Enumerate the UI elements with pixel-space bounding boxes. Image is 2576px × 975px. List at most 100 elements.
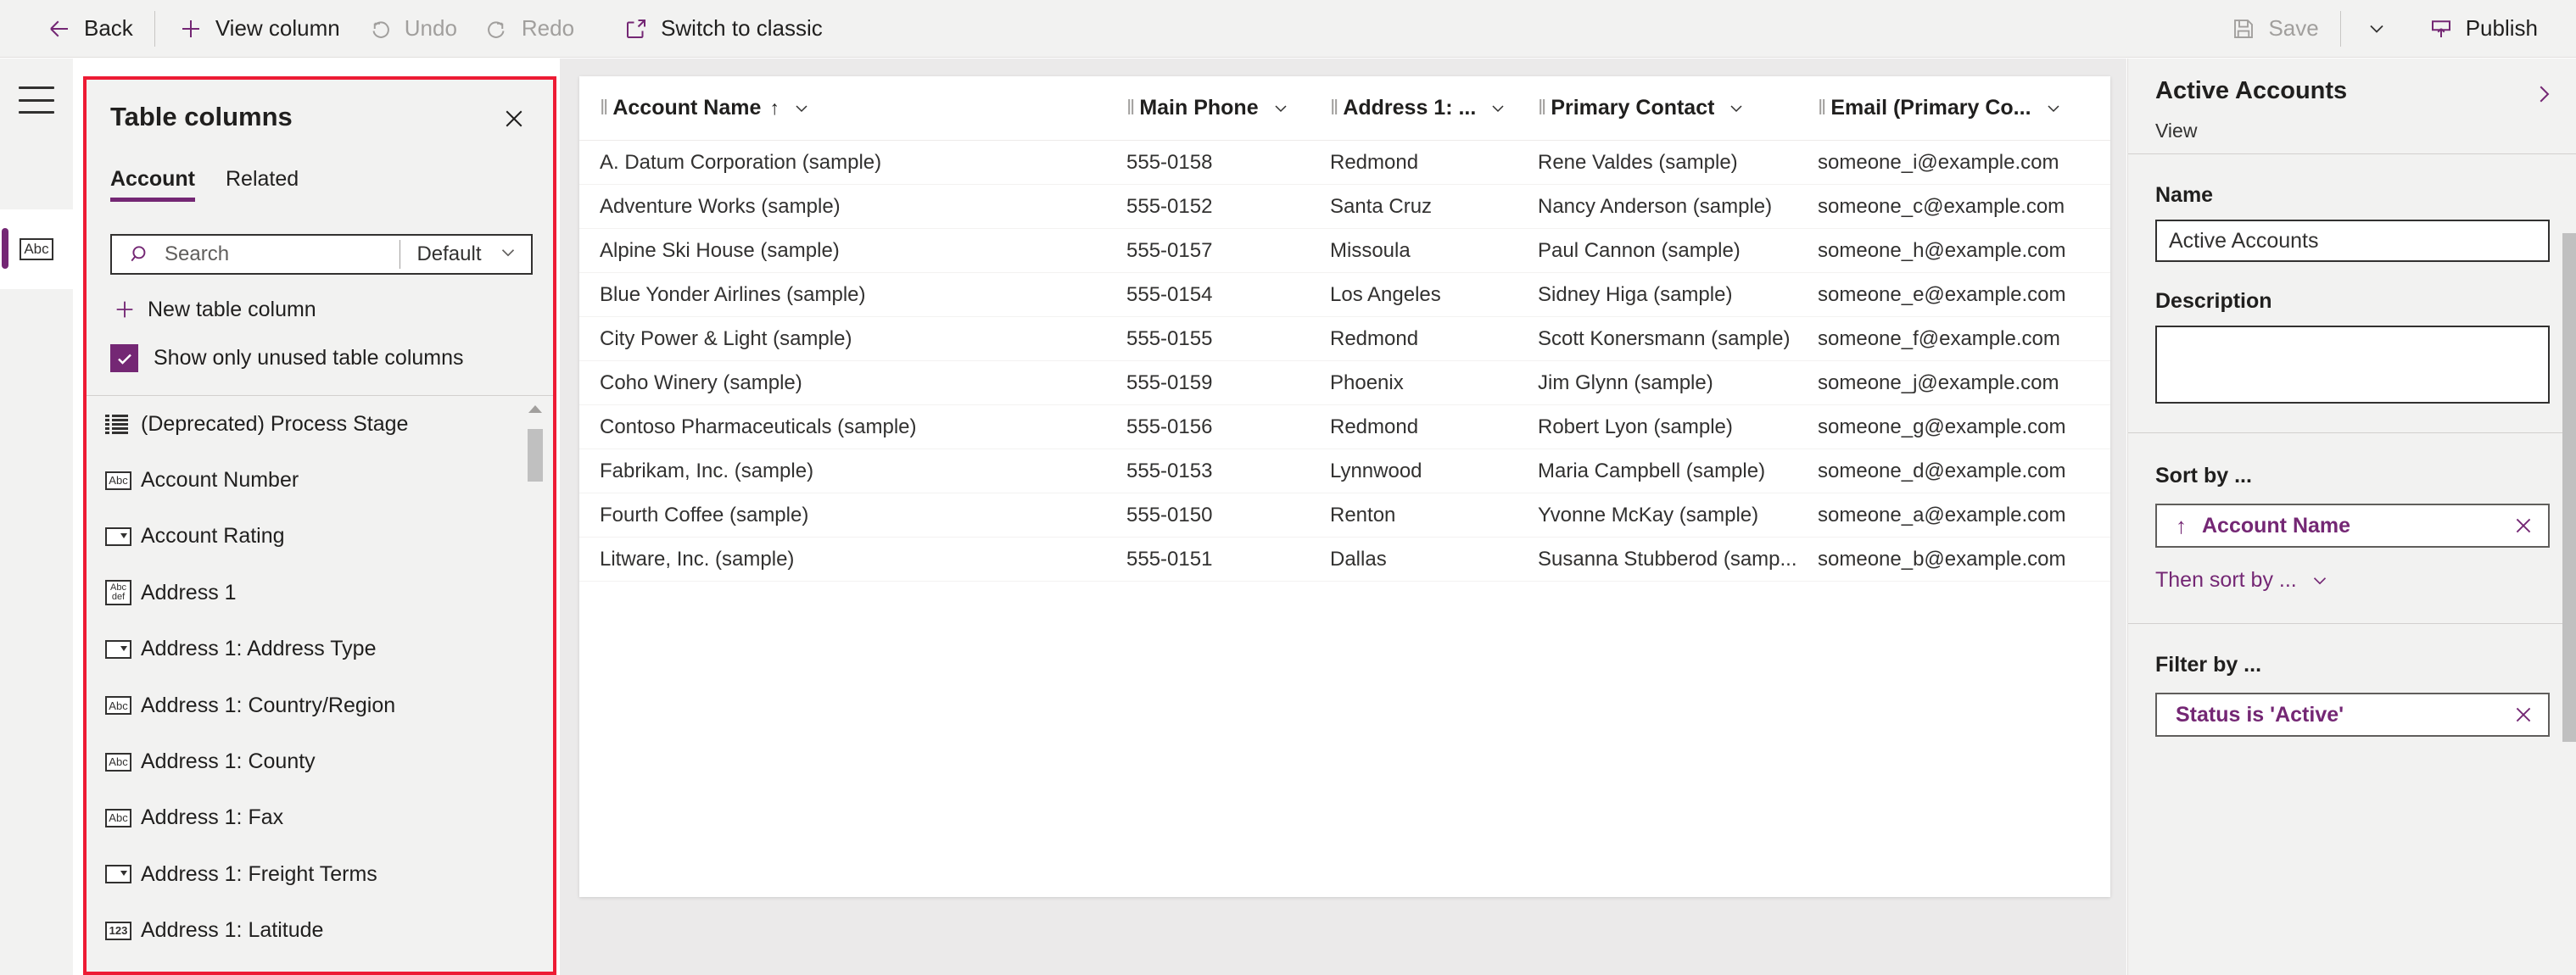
save-button[interactable]: Save: [2216, 8, 2331, 49]
tab-related[interactable]: Related: [226, 167, 299, 202]
table-column-label: Account Rating: [141, 524, 285, 549]
table-column-item[interactable]: Abc Address 1: Fax: [87, 790, 553, 846]
table-columns-list[interactable]: (Deprecated) Process Stage Abc Account Num…: [87, 396, 553, 972]
grid-column-header[interactable]: ‖ Main Phone: [1126, 76, 1330, 140]
table-cell: Rene Valdes (sample): [1538, 150, 1738, 174]
search-scope-select[interactable]: Default: [400, 236, 531, 273]
column-resize-grip[interactable]: ‖: [1330, 96, 1338, 120]
table-cell: 555-0159: [1126, 370, 1213, 394]
filter-entry-status-active[interactable]: Status is 'Active': [2155, 693, 2550, 737]
table-cell: Coho Winery (sample): [600, 370, 802, 394]
close-icon[interactable]: [497, 102, 531, 136]
table-cell: someone_a@example.com: [1818, 503, 2066, 526]
close-icon[interactable]: [2512, 515, 2534, 537]
publish-button[interactable]: Publish: [2414, 8, 2551, 49]
then-sort-by-button[interactable]: Then sort by ...: [2155, 568, 2549, 593]
table-cell: 555-0151: [1126, 547, 1213, 571]
abc-textbox-icon: Abc: [105, 808, 131, 827]
table-column-item[interactable]: Account Rating: [87, 509, 553, 565]
close-icon[interactable]: [2512, 704, 2534, 726]
table-column-item[interactable]: Abc Address 1: County: [87, 733, 553, 789]
grid-column-header[interactable]: ‖ Account Name ↑: [579, 76, 1126, 140]
column-type-icon: Abc def: [105, 580, 141, 606]
filter-by-label: Filter by ...: [2155, 653, 2262, 677]
view-column-button-label: View column: [215, 15, 340, 41]
command-bar-divider: [154, 10, 155, 47]
table-cell: Contoso Pharmaceuticals (sample): [600, 415, 917, 438]
column-resize-grip[interactable]: ‖: [600, 96, 608, 120]
properties-panel-scrollbar-thumb[interactable]: [2562, 233, 2576, 742]
sort-entry-account-name[interactable]: ↑ Account Name: [2155, 504, 2550, 548]
scrollbar-thumb[interactable]: [528, 429, 543, 482]
tab-account[interactable]: Account: [110, 167, 195, 202]
redo-button[interactable]: Redo: [470, 8, 587, 49]
grid-column-header[interactable]: ‖ Address 1: ...: [1330, 76, 1538, 140]
table-cell: someone_d@example.com: [1818, 459, 2066, 482]
save-options-button[interactable]: [2350, 8, 2414, 49]
table-cell: someone_g@example.com: [1818, 415, 2066, 438]
table-row[interactable]: Alpine Ski House (sample) 555-0157 Missoul…: [579, 229, 2110, 273]
table-row[interactable]: Litware, Inc. (sample) 555-0151 Dallas Susa…: [579, 538, 2110, 582]
search-input[interactable]: [163, 242, 400, 267]
table-cell: someone_b@example.com: [1818, 547, 2066, 571]
undo-button[interactable]: Undo: [353, 8, 470, 49]
column-resize-grip[interactable]: ‖: [1818, 96, 1826, 120]
table-column-item[interactable]: (Deprecated) Process Stage: [87, 396, 553, 452]
table-cell: Redmond: [1330, 150, 1419, 174]
hamburger-icon[interactable]: [19, 86, 54, 114]
table-row[interactable]: Fourth Coffee (sample) 555-0150 Renton Yvon…: [579, 493, 2110, 538]
table-row[interactable]: Contoso Pharmaceuticals (sample) 555-0156…: [579, 405, 2110, 449]
publish-icon: [2427, 14, 2456, 43]
chevron-down-icon[interactable]: [1488, 98, 1508, 119]
table-column-item[interactable]: Address 1: Freight Terms: [87, 846, 553, 902]
table-row[interactable]: City Power & Light (sample) 555-0155 Redmo…: [579, 317, 2110, 361]
search-box[interactable]: [112, 236, 400, 273]
table-row[interactable]: Fabrikam, Inc. (sample) 555-0153 Lynnwood M…: [579, 449, 2110, 493]
table-column-item[interactable]: Abc Account Number: [87, 452, 553, 508]
chevron-down-icon[interactable]: [1726, 98, 1746, 119]
view-designer-page: Back View column Undo Redo Switch to cla…: [0, 0, 2576, 975]
open-external-icon: [622, 14, 651, 43]
number-icon: 123: [105, 921, 131, 940]
grid-column-header[interactable]: ‖ Email (Primary Co...: [1818, 76, 2110, 140]
table-column-item[interactable]: Abc def Address 1: [87, 565, 553, 621]
table-cell: Santa Cruz: [1330, 194, 1433, 218]
show-only-unused-checkbox[interactable]: Show only unused table columns: [110, 344, 464, 372]
table-row[interactable]: Coho Winery (sample) 555-0159 Phoenix Jim G…: [579, 361, 2110, 405]
description-input[interactable]: [2155, 326, 2550, 404]
column-resize-grip[interactable]: ‖: [1126, 96, 1135, 120]
table-column-item[interactable]: Abc Address 1: Country/Region: [87, 677, 553, 733]
grid-column-header[interactable]: ‖ Primary Contact: [1538, 76, 1818, 140]
scroll-up-arrow-icon[interactable]: [528, 405, 542, 413]
arrow-up-icon: ↑: [2176, 512, 2187, 538]
table-columns-scrollbar[interactable]: [524, 402, 546, 631]
page-subtitle: View: [2155, 120, 2198, 142]
column-type-icon: [105, 639, 141, 659]
column-type-icon: Abc: [105, 696, 141, 716]
view-column-button[interactable]: View column: [164, 8, 353, 49]
table-column-item[interactable]: Address 1: Address Type: [87, 621, 553, 677]
table-row[interactable]: Adventure Works (sample) 555-0152 Santa Cr…: [579, 185, 2110, 229]
chevron-down-icon[interactable]: [1271, 98, 1291, 119]
table-cell: someone_e@example.com: [1818, 282, 2066, 306]
table-cell: Robert Lyon (sample): [1538, 415, 1733, 438]
rail-item-columns[interactable]: Abc: [0, 209, 73, 289]
chevron-down-icon[interactable]: [2043, 98, 2064, 119]
table-row[interactable]: Blue Yonder Airlines (sample) 555-0154 Los…: [579, 273, 2110, 317]
name-input[interactable]: Active Accounts: [2155, 220, 2550, 262]
table-column-item[interactable]: 123 Address 1: Latitude: [87, 903, 553, 959]
switch-to-classic-button[interactable]: Switch to classic: [609, 8, 835, 49]
column-resize-grip[interactable]: ‖: [1538, 96, 1546, 120]
chevron-right-icon[interactable]: [2527, 77, 2561, 111]
chevron-down-icon: [497, 242, 519, 268]
table-cell: 555-0157: [1126, 238, 1213, 262]
table-row[interactable]: A. Datum Corporation (sample) 555-0158 Red…: [579, 141, 2110, 185]
new-table-column-button[interactable]: New table column: [110, 292, 316, 327]
table-cell: Phoenix: [1330, 370, 1404, 394]
grid-column-header-label: Account Name: [612, 96, 762, 120]
back-button-label: Back: [84, 15, 133, 41]
back-button[interactable]: Back: [32, 8, 146, 49]
table-cell: someone_f@example.com: [1818, 326, 2060, 350]
view-properties-panel: Active Accounts View Name Active Account…: [2127, 58, 2576, 975]
chevron-down-icon[interactable]: [791, 98, 812, 119]
